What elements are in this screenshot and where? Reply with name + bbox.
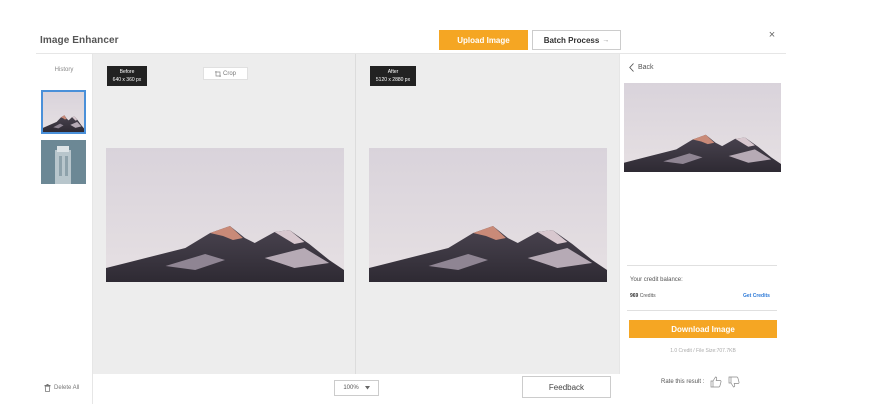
thumbs-down-icon[interactable] [728,376,740,388]
history-label: History [54,67,74,73]
result-preview [624,83,781,172]
chevron-left-icon [629,63,634,72]
crop-button[interactable]: Crop [203,67,248,80]
canvas-toolbar: 100% Feedback [93,374,619,404]
upload-image-button[interactable]: Upload Image [439,30,528,50]
before-size: 640 x 360 px [112,77,142,83]
after-tag: After 5120 x 2880 px [370,66,416,86]
back-button[interactable]: Back [629,63,654,72]
after-label: After [387,69,399,75]
trash-icon [44,384,51,392]
panel-divider-top [627,265,777,266]
credit-count: 969 [630,293,639,299]
app-title: Image Enhancer [40,35,119,46]
result-panel: Back Your credit balance: 969 Credits Ge… [619,54,789,404]
mountain-thumbnail-image [43,92,84,132]
credit-balance-value: 969 Credits [630,293,656,299]
comparison-divider[interactable] [355,54,356,374]
batch-process-button[interactable]: Batch Process → [532,30,621,50]
comparison-canvas: Before 640 x 360 px Crop After 5120 x 28… [93,54,619,374]
close-icon[interactable]: × [766,28,778,42]
zoom-value: 100% [343,385,359,391]
history-sidebar: History Delete All [36,54,92,404]
credit-unit: Credits [639,293,656,299]
batch-process-label: Batch Process [543,35,600,45]
file-info: 1.0 Credit / File Size:707.7KB [670,348,736,354]
crop-label: Crop [222,70,236,77]
arrow-right-icon: → [602,36,610,44]
building-thumbnail-image [41,140,86,184]
preview-mountain-image [624,83,781,172]
before-mountain-image [106,148,344,282]
thumbs-up-icon[interactable] [710,376,722,388]
delete-all-button[interactable]: Delete All [44,384,79,392]
get-credits-link[interactable]: Get Credits [743,293,770,299]
feedback-button[interactable]: Feedback [522,376,611,398]
panel-divider-bottom [627,310,777,311]
credit-balance-label: Your credit balance: [630,277,683,283]
app-header: Image Enhancer Upload Image Batch Proces… [0,0,883,56]
delete-all-label: Delete All [54,385,80,391]
rate-label: Rate this result : [661,379,705,385]
chevron-down-icon [364,386,370,390]
download-image-button[interactable]: Download Image [629,320,777,338]
before-tag: Before 640 x 360 px [107,66,147,86]
history-thumbnail-building[interactable] [41,140,86,184]
after-size: 5120 x 2880 px [375,77,411,83]
zoom-select[interactable]: 100% [334,380,379,396]
after-mountain-image [369,148,607,282]
before-image [106,148,344,282]
crop-icon [214,70,221,77]
before-label: Before [119,69,135,75]
rate-result: Rate this result : [661,376,740,388]
back-label: Back [638,64,654,71]
after-image [369,148,607,282]
history-thumbnail-mountain[interactable] [41,90,86,134]
